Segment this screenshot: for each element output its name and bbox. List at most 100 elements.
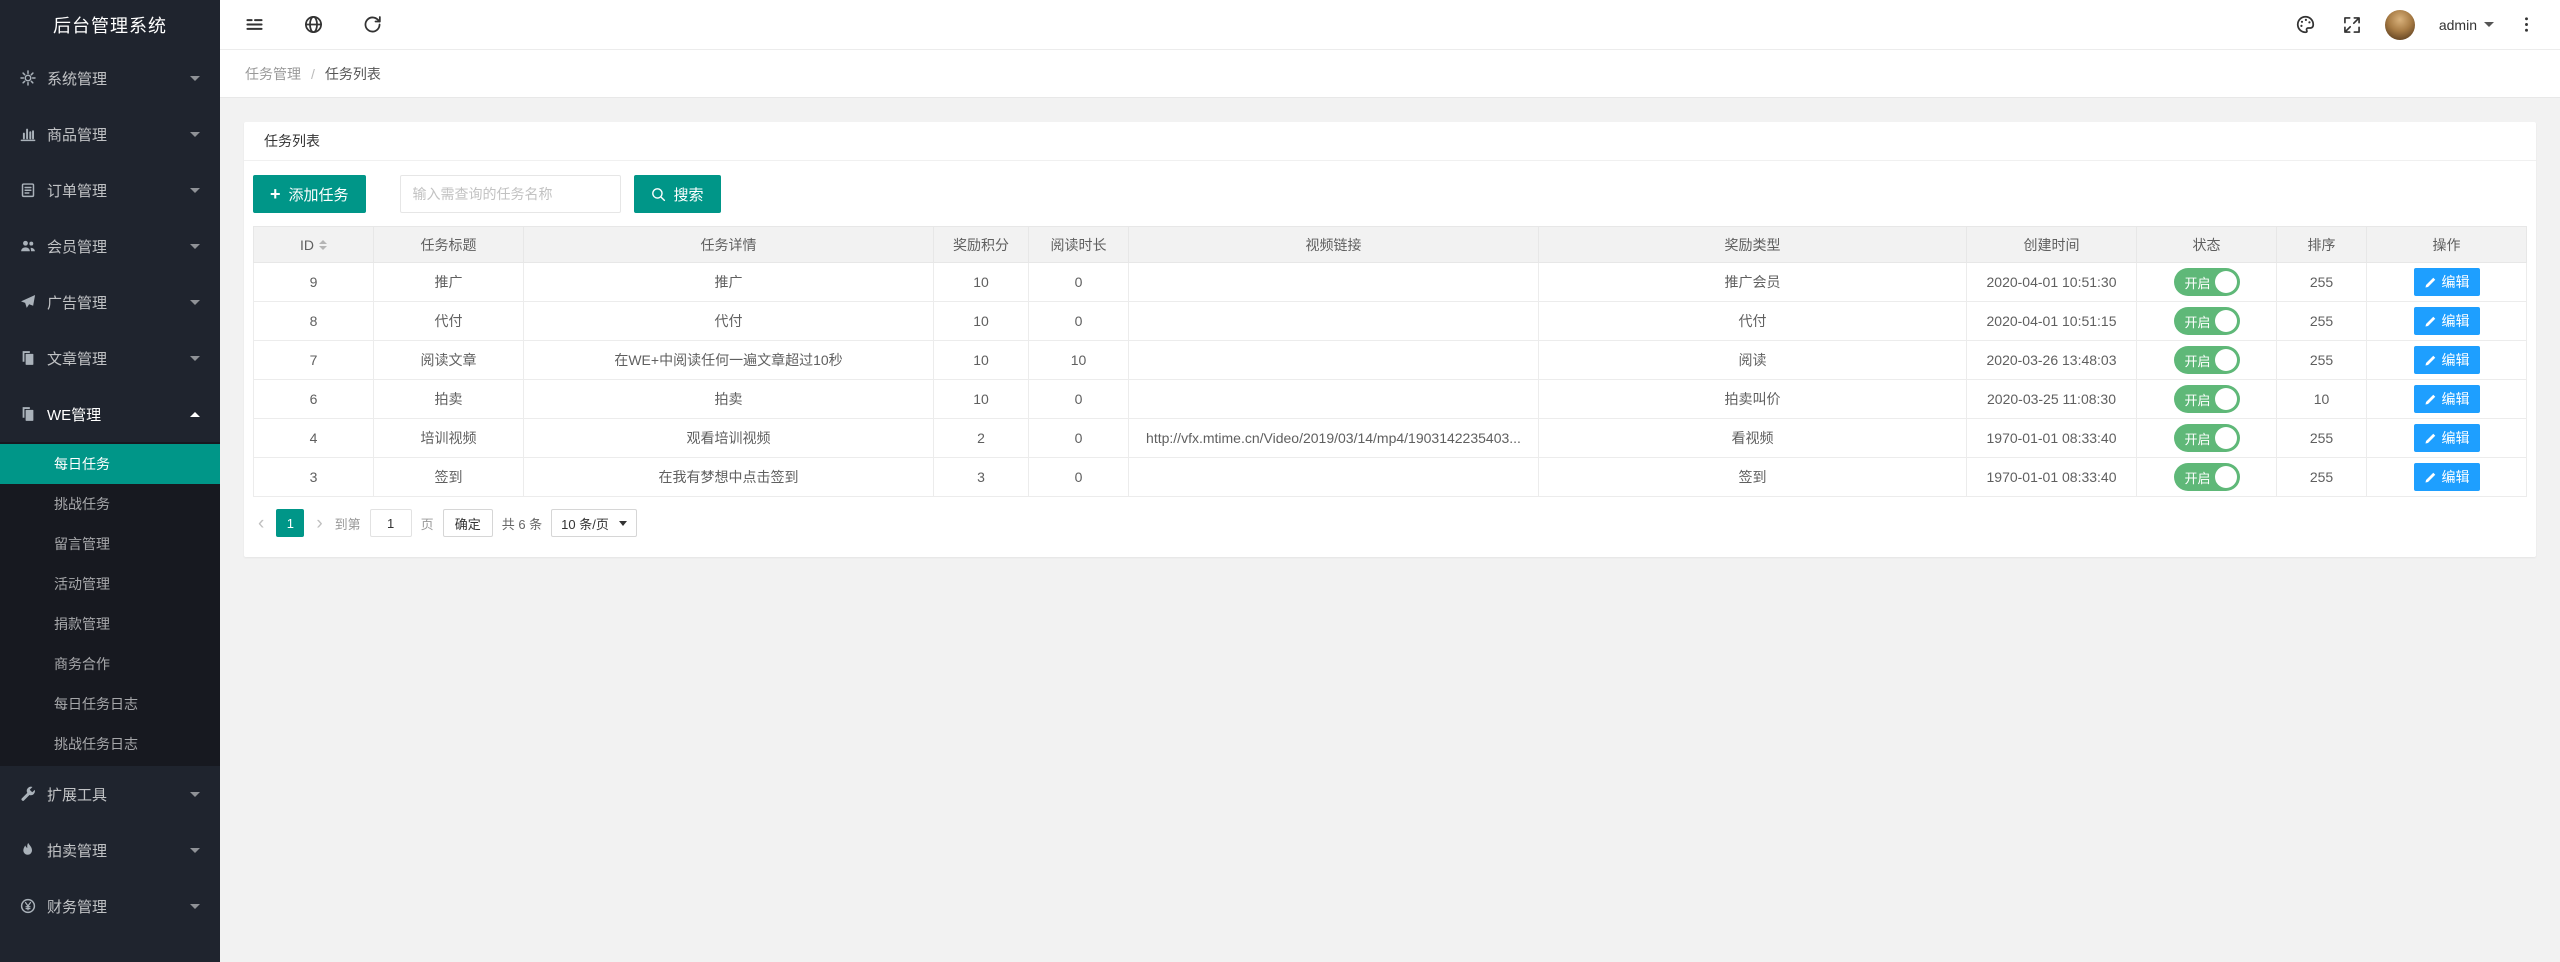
- status-label: 开启: [2185, 273, 2211, 292]
- column-header: 状态: [2137, 227, 2277, 263]
- app-logo: 后台管理系统: [0, 0, 220, 50]
- sidebar-subitem[interactable]: 每日任务: [0, 444, 220, 484]
- search-button[interactable]: 搜索: [634, 175, 721, 213]
- sidebar-item-label: 财务管理: [47, 896, 190, 917]
- cell-title: 代付: [374, 302, 524, 341]
- breadcrumb-section[interactable]: 任务管理: [245, 64, 301, 84]
- cell-id: 6: [254, 380, 374, 419]
- add-task-button[interactable]: + 添加任务: [253, 175, 366, 213]
- task-table: ID任务标题任务详情奖励积分阅读时长视频链接奖励类型创建时间状态排序操作 9推广…: [253, 226, 2527, 497]
- sidebar-item[interactable]: 订单管理: [0, 162, 220, 218]
- cell-video: [1129, 263, 1539, 302]
- edit-button[interactable]: 编辑: [2414, 346, 2480, 374]
- column-header[interactable]: ID: [254, 227, 374, 263]
- cell-reward_type: 推广会员: [1539, 263, 1967, 302]
- pencil-icon: [2424, 432, 2437, 445]
- sidebar-subitem[interactable]: 活动管理: [0, 564, 220, 604]
- cell-title: 推广: [374, 263, 524, 302]
- goto-page-input[interactable]: [370, 509, 412, 537]
- sidebar-item[interactable]: 商品管理: [0, 106, 220, 162]
- more-icon[interactable]: [2518, 16, 2535, 33]
- yen-circle-icon: [20, 898, 36, 914]
- cell-created: 2020-04-01 10:51:30: [1967, 263, 2137, 302]
- globe-icon[interactable]: [304, 15, 323, 34]
- sidebar-subitem[interactable]: 捐款管理: [0, 604, 220, 644]
- edit-button[interactable]: 编辑: [2414, 463, 2480, 491]
- user-menu[interactable]: admin: [2439, 17, 2494, 33]
- search-input[interactable]: [400, 175, 621, 213]
- chevron-down-icon: [619, 521, 627, 526]
- column-header: 任务详情: [524, 227, 934, 263]
- status-label: 开启: [2185, 390, 2211, 409]
- sidebar-item[interactable]: 系统管理: [0, 50, 220, 106]
- main-area: admin 任务管理 / 任务列表 任务列表 + 添加任务: [220, 0, 2560, 962]
- sidebar-subitem[interactable]: 商务合作: [0, 644, 220, 684]
- status-toggle[interactable]: 开启: [2174, 463, 2240, 491]
- status-toggle[interactable]: 开启: [2174, 385, 2240, 413]
- goto-confirm-button[interactable]: 确定: [443, 509, 493, 537]
- chevron-down-icon: [190, 792, 200, 797]
- avatar[interactable]: [2385, 10, 2415, 40]
- sidebar-item[interactable]: WE管理: [0, 386, 220, 442]
- topbar-right-icons: [2296, 15, 2361, 34]
- edit-button[interactable]: 编辑: [2414, 307, 2480, 335]
- cell-action: 编辑: [2367, 263, 2527, 302]
- next-page-icon[interactable]: ›: [313, 514, 325, 533]
- cell-status: 开启: [2137, 341, 2277, 380]
- table-row: 6拍卖拍卖100拍卖叫价2020-03-25 11:08:30开启10编辑: [254, 380, 2527, 419]
- status-label: 开启: [2185, 429, 2211, 448]
- search-icon: [651, 187, 666, 202]
- breadcrumb-page: 任务列表: [325, 64, 381, 84]
- sidebar-item-label: 广告管理: [47, 292, 190, 313]
- order-list-icon: [20, 182, 36, 198]
- status-toggle[interactable]: 开启: [2174, 346, 2240, 374]
- pencil-icon: [2424, 315, 2437, 328]
- cell-sort_order: 255: [2277, 458, 2367, 497]
- cell-action: 编辑: [2367, 458, 2527, 497]
- sidebar-subitem[interactable]: 每日任务日志: [0, 684, 220, 724]
- status-toggle[interactable]: 开启: [2174, 307, 2240, 335]
- sidebar-subitem[interactable]: 挑战任务日志: [0, 724, 220, 764]
- sidebar-item[interactable]: 扩展工具: [0, 766, 220, 822]
- page-size-select[interactable]: 10 条/页: [551, 509, 637, 537]
- status-toggle[interactable]: 开启: [2174, 424, 2240, 452]
- sidebar-subitem[interactable]: 留言管理: [0, 524, 220, 564]
- edit-label: 编辑: [2442, 389, 2470, 409]
- sidebar-item[interactable]: 文章管理: [0, 330, 220, 386]
- status-toggle[interactable]: 开启: [2174, 268, 2240, 296]
- pencil-icon: [2424, 354, 2437, 367]
- edit-button[interactable]: 编辑: [2414, 385, 2480, 413]
- sidebar-item[interactable]: 财务管理: [0, 878, 220, 934]
- pencil-icon: [2424, 471, 2437, 484]
- collapse-menu-icon[interactable]: [245, 15, 264, 34]
- page-size-value: 10 条/页: [561, 514, 609, 533]
- cell-video: [1129, 380, 1539, 419]
- sidebar-item[interactable]: 拍卖管理: [0, 822, 220, 878]
- sort-icon[interactable]: [319, 240, 327, 250]
- chevron-down-icon: [190, 76, 200, 81]
- palette-icon[interactable]: [2296, 15, 2315, 34]
- we-file-icon: [20, 406, 36, 422]
- toggle-knob: [2215, 271, 2237, 293]
- total-count-label: 共 6 条: [502, 514, 542, 533]
- cell-sort_order: 255: [2277, 419, 2367, 458]
- sidebar-item[interactable]: 广告管理: [0, 274, 220, 330]
- column-header: 任务标题: [374, 227, 524, 263]
- fullscreen-icon[interactable]: [2343, 15, 2361, 34]
- cell-action: 编辑: [2367, 302, 2527, 341]
- refresh-icon[interactable]: [363, 15, 382, 34]
- goto-label: 到第: [335, 514, 361, 533]
- sidebar-subitem[interactable]: 挑战任务: [0, 484, 220, 524]
- cell-id: 3: [254, 458, 374, 497]
- paper-plane-icon: [20, 294, 36, 310]
- cell-points: 10: [934, 302, 1029, 341]
- prev-page-icon[interactable]: ‹: [255, 514, 267, 533]
- cell-sort_order: 10: [2277, 380, 2367, 419]
- edit-button[interactable]: 编辑: [2414, 268, 2480, 296]
- page-number-current[interactable]: 1: [276, 509, 304, 537]
- sidebar-item[interactable]: 会员管理: [0, 218, 220, 274]
- edit-button[interactable]: 编辑: [2414, 424, 2480, 452]
- toggle-knob: [2215, 466, 2237, 488]
- cell-id: 4: [254, 419, 374, 458]
- cell-status: 开启: [2137, 380, 2277, 419]
